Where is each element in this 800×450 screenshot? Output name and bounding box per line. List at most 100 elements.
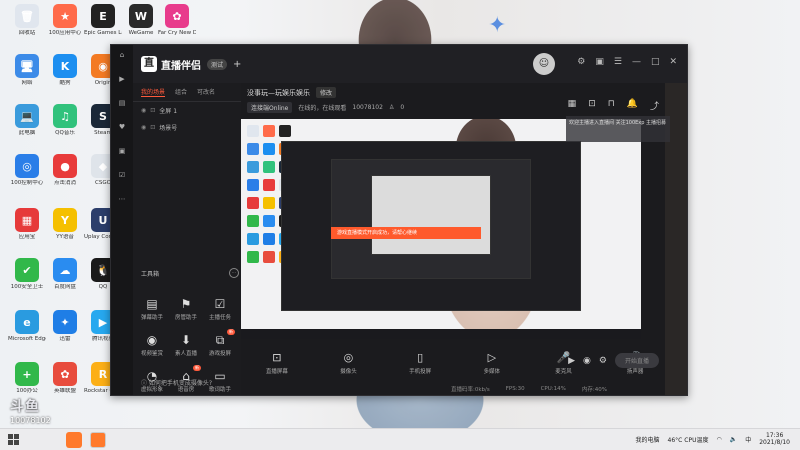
- desktop-icon[interactable]: ♫ QQ音乐: [46, 104, 84, 137]
- source-label: 摄像头: [340, 369, 357, 375]
- app-icon: ▦: [15, 208, 39, 232]
- task-icon[interactable]: ☑: [111, 171, 133, 189]
- start-live-button[interactable]: 开始直播: [614, 353, 659, 368]
- source-button[interactable]: ◎ 摄像头: [328, 351, 368, 375]
- tool-label: 素人直播: [174, 351, 197, 357]
- settings-icon[interactable]: ⚙: [577, 57, 585, 67]
- desktop-icon[interactable]: K 酷狗: [46, 54, 84, 87]
- help-link[interactable]: ⓘ 如何把手机变成摄像头?: [141, 378, 212, 387]
- desktop-icon[interactable]: 🖥 网络: [8, 54, 46, 87]
- desktop-icon[interactable]: ✿ 英雄联盟: [46, 362, 84, 395]
- close-icon[interactable]: ✕: [669, 57, 677, 67]
- follow-overlay: 欢迎主播进入直播间 关注100Exp 主播招募: [566, 116, 670, 142]
- tool-item[interactable]: ◉ 视频鉴赏: [135, 333, 169, 357]
- menu-icon[interactable]: ☰: [614, 57, 622, 67]
- tool-item[interactable]: ▤ 弹幕助手: [135, 297, 169, 321]
- eye-icon[interactable]: ◉: [141, 124, 146, 131]
- live-icon[interactable]: ▶: [111, 75, 133, 93]
- skin-icon[interactable]: ▣: [595, 57, 604, 67]
- desktop-icon[interactable]: 🗑 回收站: [8, 4, 46, 37]
- shop-icon[interactable]: ▣: [111, 147, 133, 165]
- home-icon[interactable]: ⌂: [111, 51, 133, 69]
- desktop-icon-label: 100办公: [16, 388, 38, 394]
- tool-icon: ⧉: [215, 333, 225, 347]
- desktop-icon[interactable]: +100办公: [8, 362, 46, 395]
- live-preview[interactable]: 游戏直播模式开启成功，请帮心继续: [241, 119, 641, 339]
- scene-label: 全屏 1: [159, 108, 178, 115]
- source-icon: ◎: [343, 351, 354, 364]
- taskbar-app-icon[interactable]: [90, 432, 106, 448]
- tool-item[interactable]: ☑ 主播任务: [203, 297, 237, 321]
- more-tools-icon[interactable]: ⋯: [229, 268, 239, 278]
- windows-start-icon[interactable]: [8, 434, 20, 446]
- minimize-icon[interactable]: —: [632, 57, 641, 67]
- volume-icon[interactable]: 🔈: [730, 436, 737, 443]
- tool-icon: ▤: [146, 297, 158, 311]
- tray-label[interactable]: 我的电脑: [636, 435, 660, 444]
- settings-icon[interactable]: ⚙: [599, 356, 607, 366]
- tool-item[interactable]: ⚑ 房管助手: [169, 297, 203, 321]
- tool-item[interactable]: ⬇ 素人直播: [169, 333, 203, 357]
- desktop-icon-label: 100应用中心: [48, 30, 82, 36]
- scene-item[interactable]: ◉ ⊡ 场景号: [133, 119, 241, 136]
- desktop-icon-label: 百度网盘: [53, 284, 76, 290]
- platform-watermark: 斗鱼 10078102: [10, 396, 51, 425]
- desktop-icon[interactable]: ● 点击消消: [46, 154, 84, 187]
- layout-icon[interactable]: ▦: [568, 99, 577, 112]
- source-label: 扬声器: [626, 369, 644, 375]
- maximize-icon[interactable]: □: [651, 57, 660, 67]
- data-icon[interactable]: ▤: [111, 99, 133, 117]
- clock[interactable]: 17:36 2021/8/10: [759, 432, 790, 446]
- lock-icon[interactable]: ⊓: [608, 99, 615, 112]
- eye-icon[interactable]: ◉: [141, 107, 146, 114]
- desktop-icon[interactable]: e Microsoft Edge: [8, 310, 46, 343]
- lock-icon[interactable]: ⊡: [150, 124, 155, 131]
- desktop-icon-label: 应用宝: [18, 234, 36, 240]
- tool-item[interactable]: ⧉ 游戏投屏 新: [203, 329, 237, 357]
- desktop-icon-label: YY语音: [56, 234, 74, 240]
- source-button[interactable]: ▯ 手机投屏: [400, 351, 440, 375]
- source-button[interactable]: ▷ 多媒体: [472, 351, 512, 375]
- desktop-icon[interactable]: ◎ 100控制中心: [8, 154, 46, 187]
- desktop-icon[interactable]: ✔ 100安全卫士: [8, 258, 46, 291]
- desktop-icon[interactable]: ▦ 应用宝: [8, 208, 46, 241]
- app-icon: ✔: [15, 258, 39, 282]
- more-icon[interactable]: ⋯: [111, 195, 133, 213]
- tab-rename[interactable]: 可改名: [197, 87, 215, 97]
- bell-icon[interactable]: 🔔: [627, 99, 638, 112]
- add-button[interactable]: +: [233, 59, 241, 70]
- desktop-icon[interactable]: W WeGame: [122, 4, 160, 37]
- tool-label: 游戏投屏: [208, 351, 231, 357]
- scene-item[interactable]: ◉ ⊡ 全屏 1: [133, 102, 241, 119]
- desktop-icon[interactable]: 💻 此电脑: [8, 104, 46, 137]
- desktop-icon[interactable]: ✿ Far Cry New Dawn: [158, 4, 196, 37]
- desktop-icon[interactable]: ★ 100应用中心: [46, 4, 84, 37]
- desktop-icon[interactable]: Y YY语音: [46, 208, 84, 241]
- desktop-icon[interactable]: ✦ 迅雷: [46, 310, 84, 343]
- lock-icon[interactable]: ⊡: [150, 107, 155, 114]
- record-icon[interactable]: ⊡: [588, 99, 596, 112]
- desktop-icon-label: Far Cry New Dawn: [158, 30, 196, 36]
- wifi-icon[interactable]: ◠: [716, 436, 721, 443]
- status-item: CPU:14%: [540, 386, 566, 392]
- tool-icon: ◉: [146, 333, 158, 347]
- fans-icon[interactable]: ♥: [111, 123, 133, 141]
- tab-my-scenes[interactable]: 我的场景: [141, 87, 166, 97]
- tab-group[interactable]: 组合: [175, 87, 187, 97]
- share-icon[interactable]: ⤴: [650, 99, 659, 112]
- source-label: 麦克风: [555, 369, 572, 375]
- source-button[interactable]: ⊡ 直播屏幕: [257, 351, 297, 375]
- play-icon[interactable]: ▶: [568, 356, 575, 366]
- record-icon[interactable]: ◉: [583, 356, 591, 366]
- tool-icon: ☑: [214, 297, 226, 311]
- avatar[interactable]: ☺: [533, 53, 555, 75]
- edit-title-button[interactable]: 修改: [316, 87, 337, 98]
- scene-panel: 我的场景 组合 可改名 ◉ ⊡ 全屏 1 ◉ ⊡ 场景号 工具箱 ⋯ ▤ 弹幕助手…: [133, 83, 241, 395]
- desktop-icon[interactable]: ☁ 百度网盘: [46, 258, 84, 291]
- input-lang[interactable]: 中: [745, 435, 751, 444]
- version-badge[interactable]: 测试: [207, 58, 228, 70]
- desktop-icon[interactable]: E Epic Games Launcher: [84, 4, 122, 37]
- taskbar-app-icon[interactable]: [66, 432, 82, 448]
- app-icon: ✿: [53, 362, 77, 386]
- app-icon: e: [15, 310, 39, 334]
